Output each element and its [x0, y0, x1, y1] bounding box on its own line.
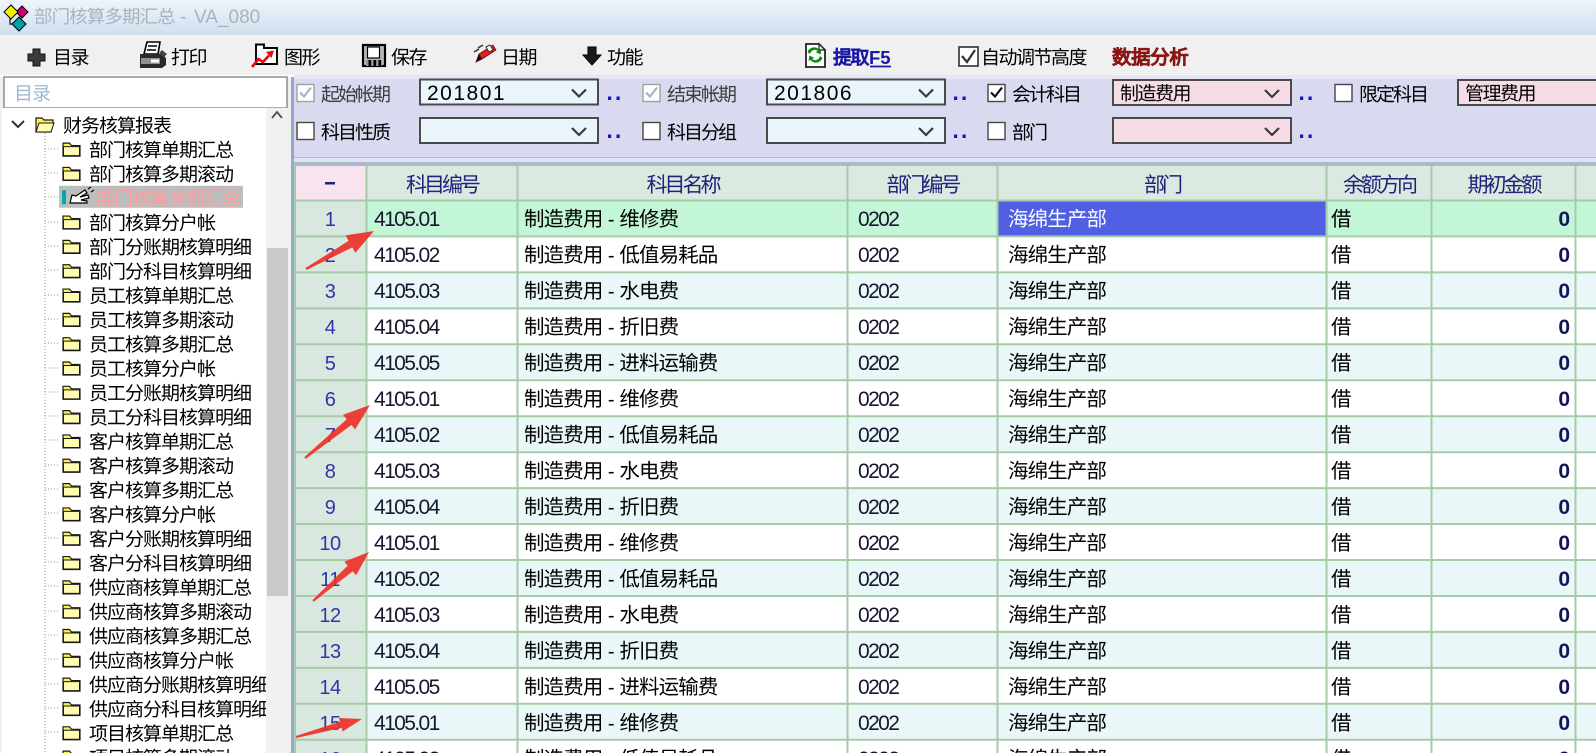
svg-text:0: 0 — [1558, 208, 1569, 231]
svg-text:0202: 0202 — [858, 640, 899, 663]
svg-text:14: 14 — [319, 677, 341, 699]
svg-text:4105.01: 4105.01 — [374, 388, 440, 411]
svg-text:201801: 201801 — [427, 82, 506, 105]
svg-text:VA_080: VA_080 — [194, 7, 260, 28]
svg-text:-: - — [608, 713, 615, 735]
svg-text:-: - — [608, 317, 615, 339]
svg-text:4: 4 — [325, 317, 336, 339]
svg-text:5: 5 — [325, 353, 336, 375]
svg-text:0: 0 — [1558, 280, 1569, 303]
svg-text:-: - — [608, 533, 615, 555]
svg-text:1: 1 — [325, 209, 336, 231]
svg-text:-: - — [608, 497, 615, 519]
svg-text:0202: 0202 — [858, 748, 899, 753]
svg-text:F5: F5 — [869, 47, 891, 68]
svg-text:8: 8 — [325, 461, 336, 483]
svg-text:4105.02: 4105.02 — [374, 424, 440, 447]
svg-text:-: - — [608, 389, 615, 411]
svg-text:0202: 0202 — [858, 280, 899, 303]
svg-text:13: 13 — [319, 641, 341, 663]
svg-text:0202: 0202 — [858, 460, 899, 483]
svg-text:4105.03: 4105.03 — [374, 460, 440, 483]
svg-text:-: - — [608, 461, 615, 483]
svg-text:0: 0 — [1558, 460, 1569, 483]
svg-text:0202: 0202 — [858, 604, 899, 627]
svg-text:0: 0 — [1558, 568, 1569, 591]
svg-text:0: 0 — [1558, 604, 1569, 627]
svg-text:0: 0 — [1558, 244, 1569, 267]
svg-text:-: - — [608, 749, 615, 753]
svg-text:4105.04: 4105.04 — [374, 496, 441, 519]
svg-text:4105.01: 4105.01 — [374, 532, 440, 555]
svg-text:0202: 0202 — [858, 424, 899, 447]
svg-text:12: 12 — [319, 605, 341, 627]
svg-text:0: 0 — [1558, 748, 1569, 753]
svg-text:0: 0 — [1558, 640, 1569, 663]
svg-text:0202: 0202 — [858, 568, 899, 591]
svg-text:0202: 0202 — [858, 496, 899, 519]
svg-text:-: - — [608, 425, 615, 447]
svg-text:0: 0 — [1558, 712, 1569, 735]
svg-text:-: - — [608, 605, 615, 627]
svg-text:4105.03: 4105.03 — [374, 604, 440, 627]
svg-text:0: 0 — [1558, 676, 1569, 699]
svg-text:-: - — [180, 7, 186, 28]
svg-text:4105.01: 4105.01 — [374, 712, 440, 735]
svg-text:16: 16 — [319, 749, 341, 753]
svg-text:0: 0 — [1558, 388, 1569, 411]
svg-text:4105.03: 4105.03 — [374, 280, 440, 303]
svg-text:-: - — [608, 281, 615, 303]
svg-text:0202: 0202 — [858, 244, 899, 267]
svg-text:-: - — [608, 677, 615, 699]
svg-text:3: 3 — [325, 281, 336, 303]
svg-text:4105.04: 4105.04 — [374, 316, 441, 339]
svg-text:0: 0 — [1558, 532, 1569, 555]
svg-text:4105.02: 4105.02 — [374, 568, 440, 591]
svg-text:0202: 0202 — [858, 352, 899, 375]
svg-text:0202: 0202 — [858, 208, 899, 231]
svg-text:201806: 201806 — [774, 82, 853, 105]
svg-text:0: 0 — [1558, 424, 1569, 447]
svg-text:9: 9 — [325, 497, 336, 519]
svg-text:0202: 0202 — [858, 388, 899, 411]
svg-text:0202: 0202 — [858, 532, 899, 555]
svg-text:0202: 0202 — [858, 316, 899, 339]
svg-text:0202: 0202 — [858, 676, 899, 699]
svg-text:0: 0 — [1558, 352, 1569, 375]
svg-text:10: 10 — [319, 533, 341, 555]
svg-text:-: - — [608, 641, 615, 663]
svg-text:-: - — [608, 209, 615, 231]
svg-text:4105.02: 4105.02 — [374, 748, 440, 753]
svg-text:0: 0 — [1558, 316, 1569, 339]
svg-text:-: - — [608, 353, 615, 375]
svg-text:4105.02: 4105.02 — [374, 244, 440, 267]
svg-text:-: - — [608, 245, 615, 267]
svg-text:6: 6 — [325, 389, 336, 411]
svg-text:4105.05: 4105.05 — [374, 676, 440, 699]
svg-text:4105.05: 4105.05 — [374, 352, 440, 375]
svg-text:4105.04: 4105.04 — [374, 640, 441, 663]
svg-text:4105.01: 4105.01 — [374, 208, 440, 231]
svg-text:0: 0 — [1558, 496, 1569, 519]
svg-text:-: - — [608, 569, 615, 591]
svg-text:0202: 0202 — [858, 712, 899, 735]
